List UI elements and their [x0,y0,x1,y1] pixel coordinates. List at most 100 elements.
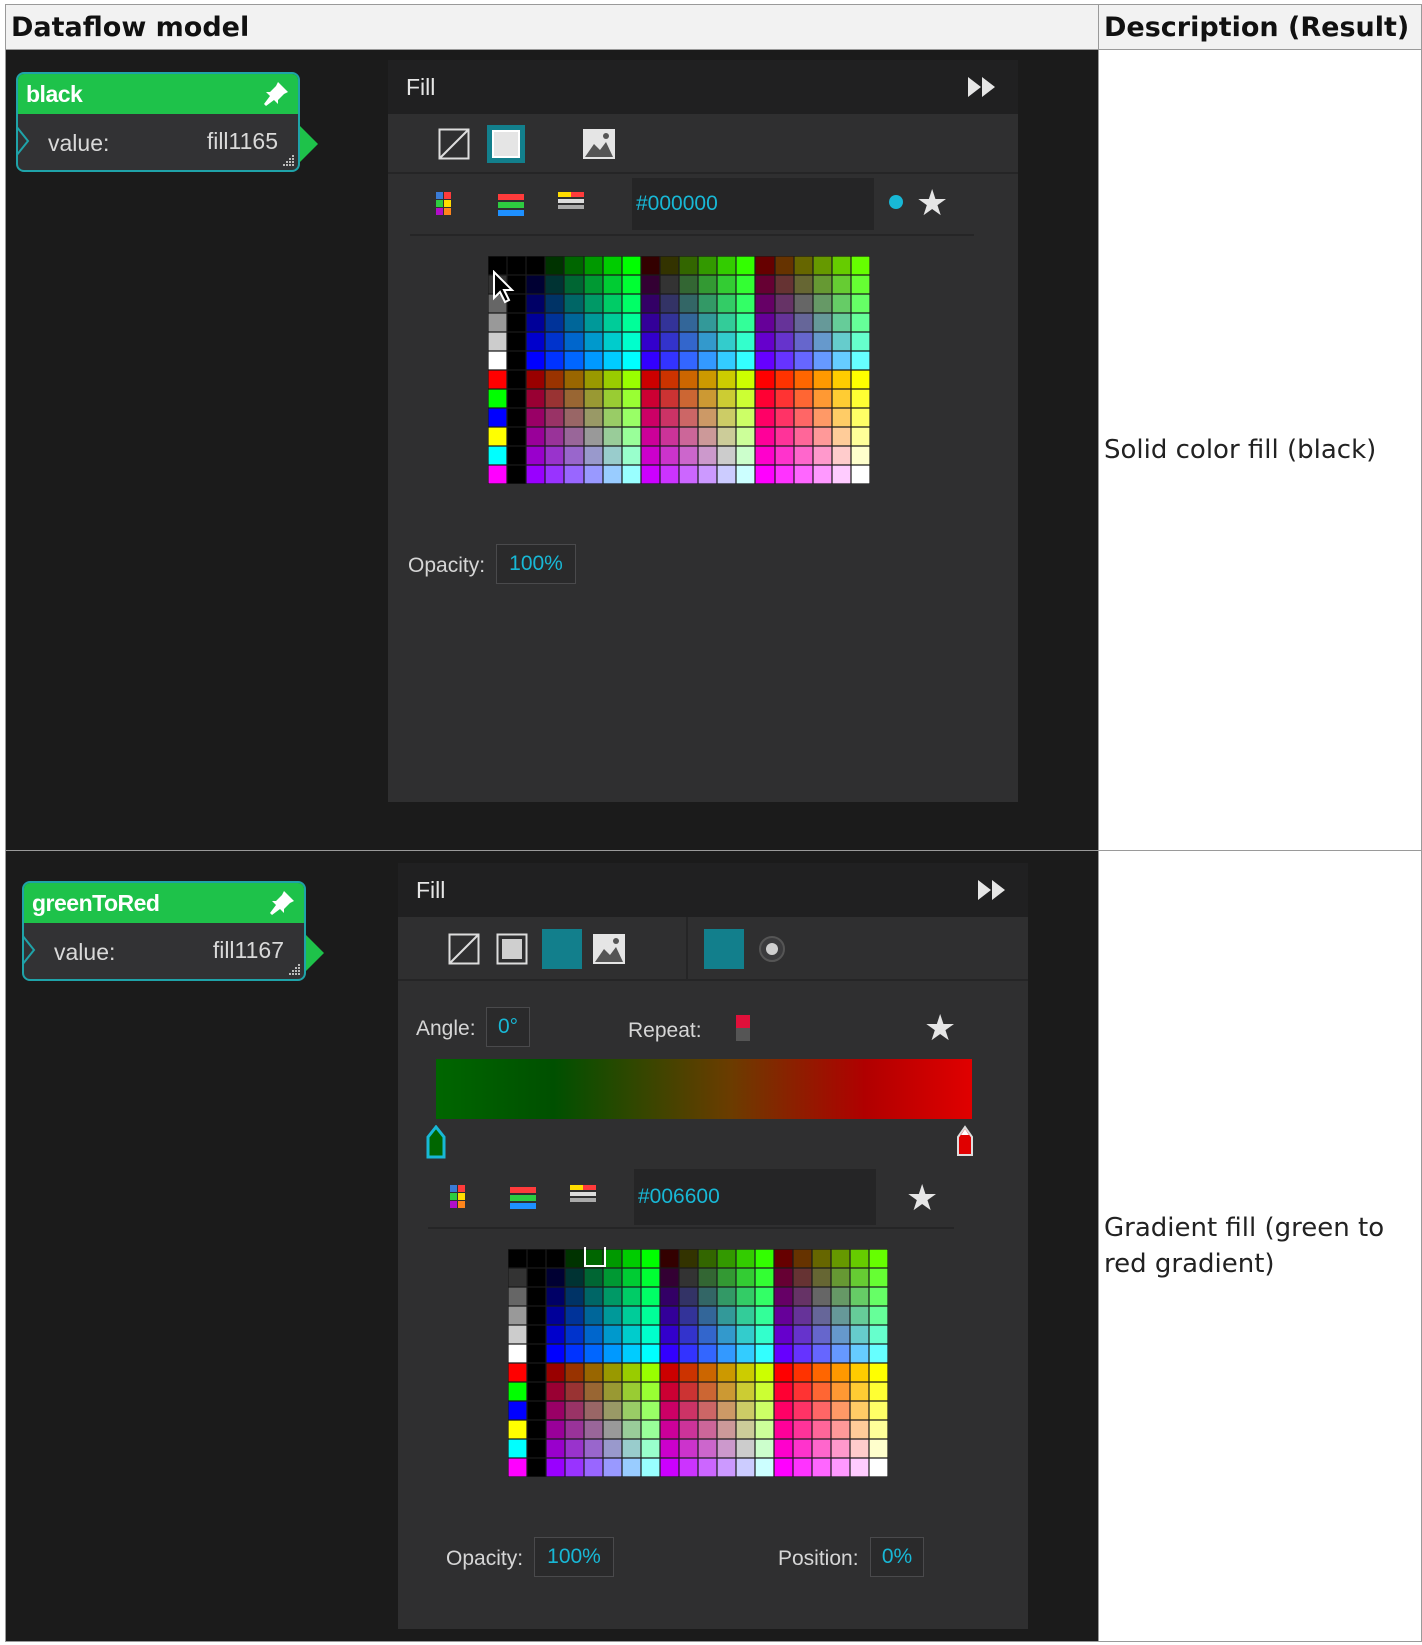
color-swatch[interactable] [508,1268,527,1287]
color-swatch[interactable] [755,427,775,446]
color-swatch[interactable] [507,351,527,370]
color-swatch[interactable] [869,1325,888,1344]
color-swatch[interactable] [565,1306,584,1325]
color-swatch[interactable] [869,1287,888,1306]
color-swatch[interactable] [621,427,641,446]
color-swatch[interactable] [526,256,546,275]
color-swatch[interactable] [488,370,508,389]
color-swatch[interactable] [774,389,794,408]
color-swatch[interactable] [812,256,832,275]
color-swatch[interactable] [698,1306,717,1325]
color-swatch[interactable] [564,351,584,370]
color-swatch[interactable] [774,370,794,389]
color-swatch[interactable] [736,446,756,465]
color-swatch[interactable] [774,1401,793,1420]
color-swatch[interactable] [622,1458,641,1477]
color-swatch[interactable] [659,408,679,427]
color-swatch[interactable] [850,351,870,370]
color-swatch[interactable] [717,1344,736,1363]
color-swatch[interactable] [602,465,622,484]
color-swatch[interactable] [545,294,565,313]
color-swatch[interactable] [679,446,699,465]
color-swatch[interactable] [584,1401,603,1420]
color-swatch[interactable] [621,446,641,465]
color-swatch[interactable] [774,1458,793,1477]
color-swatch[interactable] [774,1306,793,1325]
color-swatch[interactable] [774,1420,793,1439]
color-swatch[interactable] [831,351,851,370]
color-swatch[interactable] [565,1420,584,1439]
color-swatch[interactable] [755,1287,774,1306]
color-swatch[interactable] [736,408,756,427]
color-swatch[interactable] [793,1344,812,1363]
color-swatch[interactable] [831,1363,850,1382]
color-swatch[interactable] [679,275,699,294]
color-swatch[interactable] [508,1363,527,1382]
color-swatch[interactable] [640,275,660,294]
repeat-toggle-icon[interactable] [736,1015,750,1041]
color-swatch[interactable] [603,1287,622,1306]
color-swatch[interactable] [831,1344,850,1363]
color-swatch[interactable] [564,446,584,465]
color-swatch[interactable] [565,1439,584,1458]
fast-forward-icon[interactable] [976,877,1008,903]
color-swatch[interactable] [545,313,565,332]
color-swatch[interactable] [584,1306,603,1325]
color-swatch[interactable] [774,1268,793,1287]
color-swatch[interactable] [793,1363,812,1382]
color-swatch[interactable] [736,1287,755,1306]
color-swatch[interactable] [507,313,527,332]
palettes-icon[interactable] [570,1185,596,1203]
color-swatch[interactable] [488,427,508,446]
color-swatch[interactable] [526,465,546,484]
color-swatch[interactable] [622,1268,641,1287]
color-swatch[interactable] [812,1458,831,1477]
color-swatch[interactable] [698,446,718,465]
color-swatch[interactable] [621,465,641,484]
color-swatch[interactable] [755,1325,774,1344]
color-swatch[interactable] [850,1306,869,1325]
color-swatch[interactable] [793,1401,812,1420]
color-swatch[interactable] [850,332,870,351]
color-swatch[interactable] [659,465,679,484]
color-swatch[interactable] [660,1249,679,1268]
color-swatch[interactable] [546,1287,565,1306]
color-swatch[interactable] [659,256,679,275]
color-swatch[interactable] [583,275,603,294]
color-swatch[interactable] [774,256,794,275]
color-swatch[interactable] [869,1306,888,1325]
color-swatch[interactable] [698,1382,717,1401]
color-swatch[interactable] [526,275,546,294]
color-swatch[interactable] [736,256,756,275]
color-swatch[interactable] [755,1363,774,1382]
color-swatch[interactable] [736,275,756,294]
color-swatch[interactable] [793,351,813,370]
dataflow-node[interactable]: black value: fill1165 [16,72,318,172]
color-swatch[interactable] [546,1249,565,1268]
color-swatch[interactable] [774,275,794,294]
color-swatch[interactable] [659,427,679,446]
palettes-icon[interactable] [558,192,584,210]
color-swatch[interactable] [850,1325,869,1344]
color-swatch[interactable] [488,389,508,408]
color-swatch[interactable] [736,389,756,408]
color-swatch[interactable] [736,427,756,446]
color-swatch[interactable] [507,427,527,446]
color-swatch[interactable] [583,256,603,275]
color-swatch[interactable] [603,1344,622,1363]
color-swatch[interactable] [717,1420,736,1439]
color-swatch[interactable] [641,1268,660,1287]
color-swatch[interactable] [564,408,584,427]
color-swatch[interactable] [507,446,527,465]
gradient-preview[interactable] [436,1059,972,1119]
color-swatch[interactable] [793,427,813,446]
color-swatch[interactable] [736,1363,755,1382]
image-fill-icon[interactable] [592,933,626,965]
color-swatch[interactable] [774,332,794,351]
color-swatch[interactable] [508,1382,527,1401]
color-swatch[interactable] [679,370,699,389]
color-swatch[interactable] [488,465,508,484]
color-swatch[interactable] [659,313,679,332]
color-swatch[interactable] [584,1420,603,1439]
color-swatch[interactable] [527,1287,546,1306]
